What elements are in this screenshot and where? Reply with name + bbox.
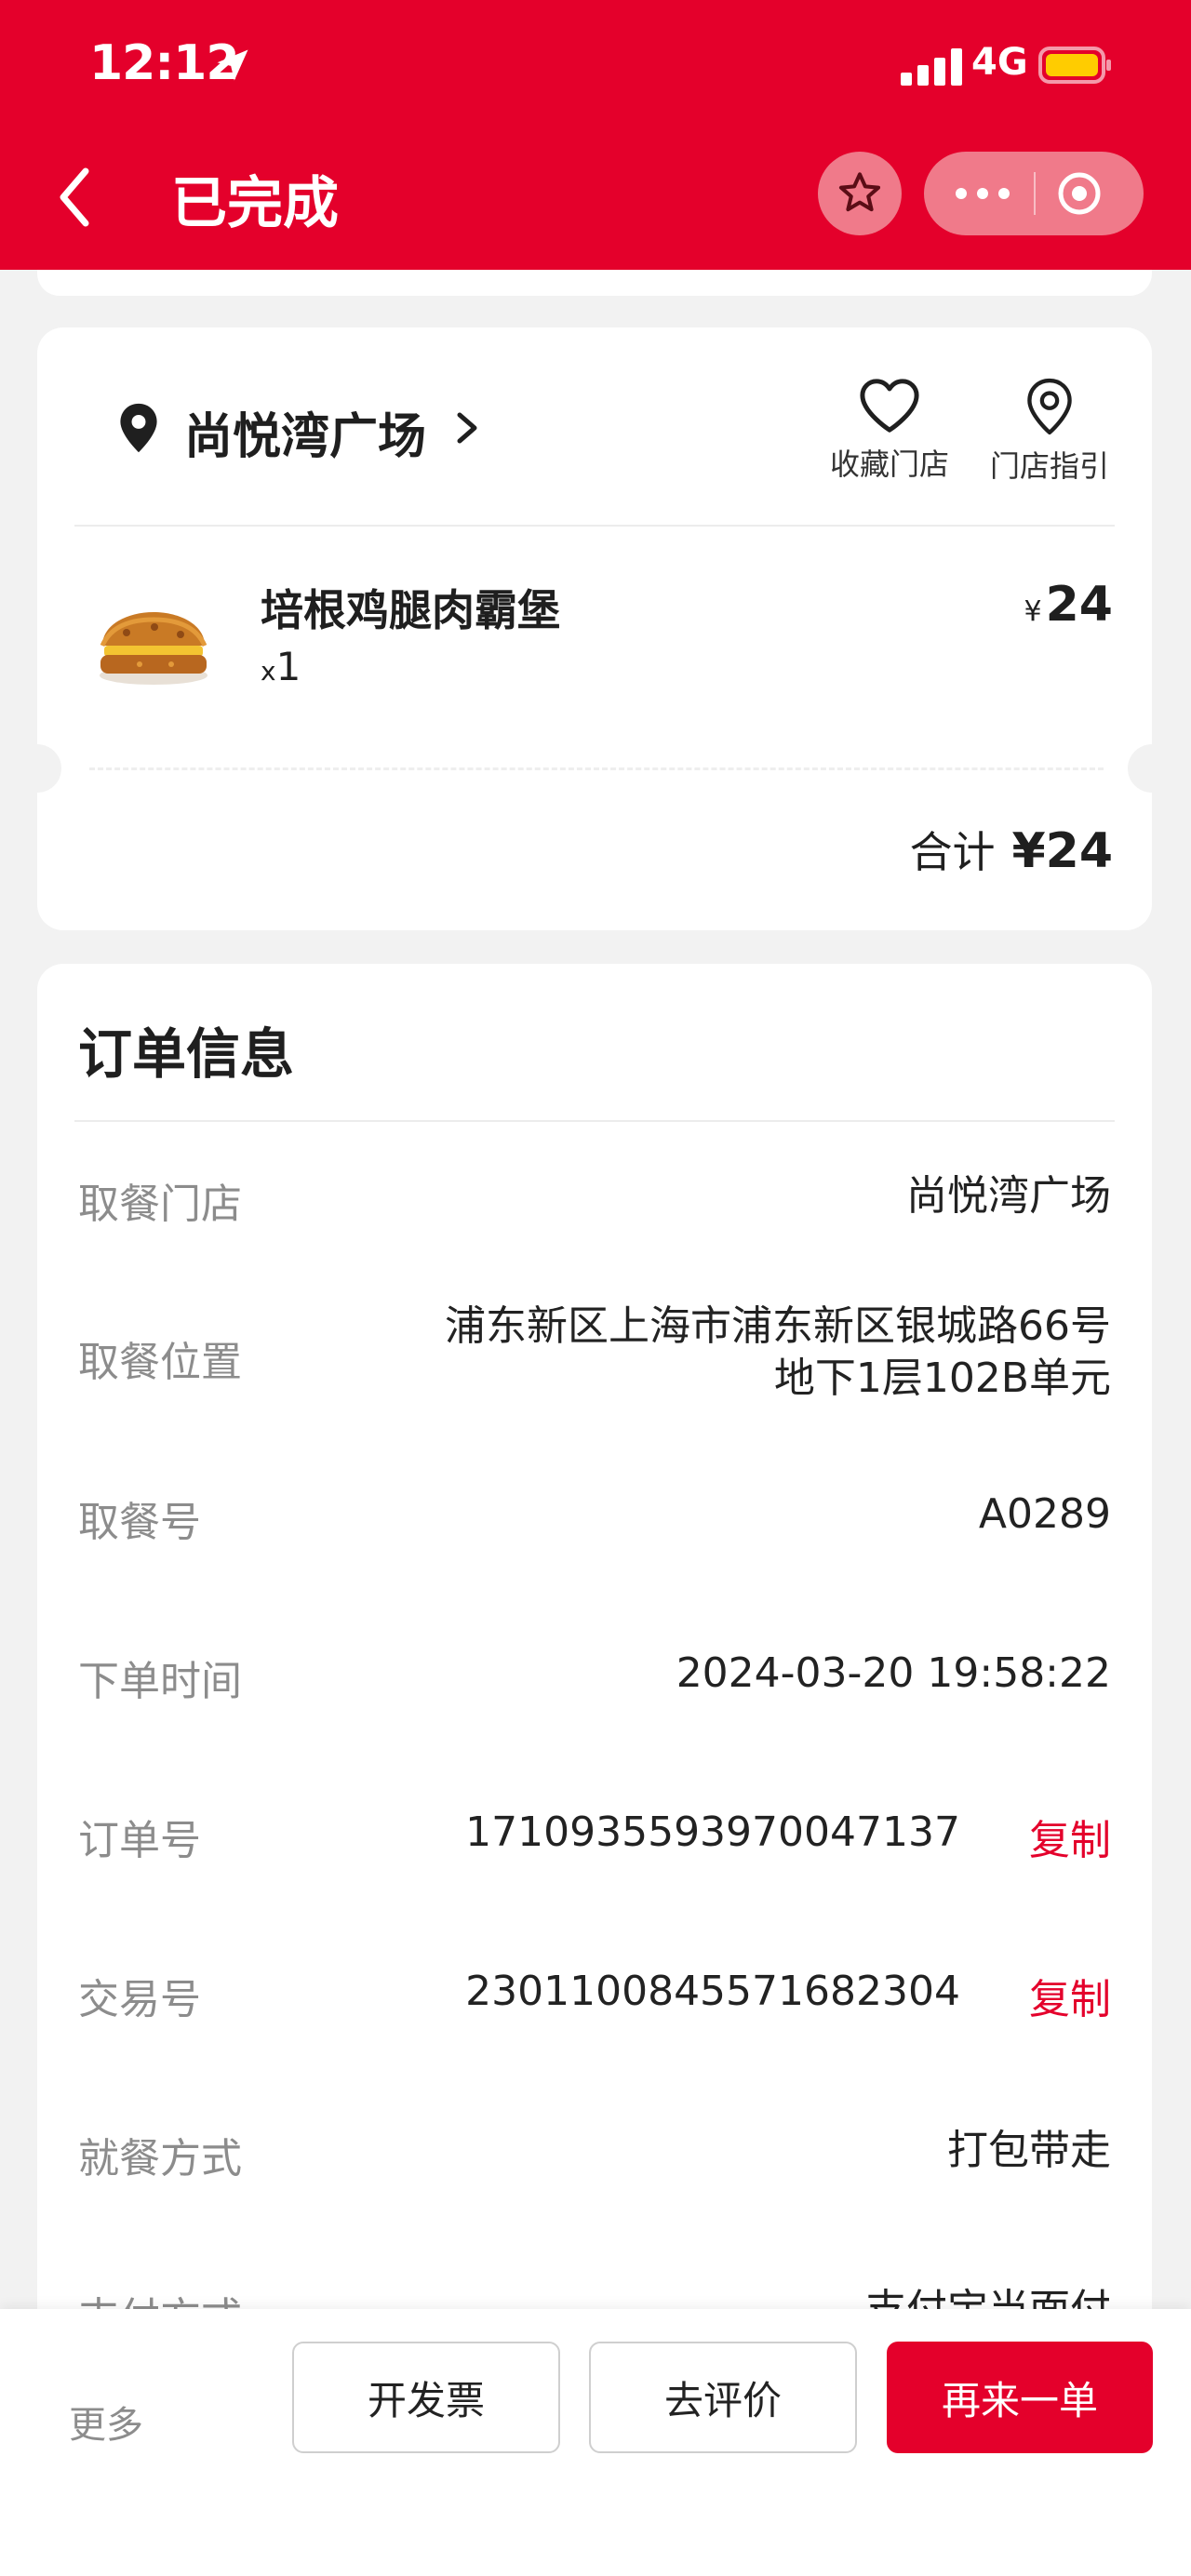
copy-order-number-button[interactable]: 复制 [1029,1807,1111,1866]
back-icon[interactable] [52,164,97,231]
product-price: ¥24 [1024,577,1113,633]
info-value: 打包带走 [947,2127,1111,2174]
info-value: A0289 [978,1490,1111,1538]
info-value: 浦东新区上海市浦东新区银城路66号 地下1层102B单元 [445,1301,1111,1405]
network-type: 4G [971,41,1028,84]
signal-icon [901,48,962,86]
info-label: 取餐位置 [78,1339,242,1386]
favorite-button[interactable] [818,152,902,235]
ticket-notch-right [1128,744,1176,793]
total-amount: ¥24 [1011,823,1113,879]
store-row[interactable]: 尚悦湾广场 [74,327,1115,525]
invoice-button[interactable]: 开发票 [292,2342,560,2453]
info-label: 交易号 [78,1976,201,2023]
divider [74,1120,1115,1122]
store-guide-label: 门店指引 [989,448,1109,484]
copy-transaction-number-button[interactable]: 复制 [1029,1966,1111,2025]
close-circle-icon[interactable] [1056,170,1103,217]
dashed-divider [89,767,1104,770]
store-guide-button[interactable]: 门店指引 [984,376,1115,486]
info-label: 取餐号 [78,1499,201,1546]
miniprogram-capsule [924,152,1144,235]
nav-bar: 已完成 [0,140,1191,270]
location-pin-icon [120,403,157,453]
map-pin-icon [1027,378,1072,435]
heart-icon [860,379,919,433]
product-name: 培根鸡腿肉霸堡 [261,585,560,635]
info-label: 下单时间 [78,1658,242,1705]
location-arrow-icon [217,49,248,81]
info-value: 2301100845571682304 [465,1968,960,2015]
more-button[interactable]: 更多 [69,2395,143,2449]
chevron-right-icon [457,412,477,444]
section-title: 订单信息 [78,1022,295,1086]
bottom-action-bar: 更多 开发票 去评价 再来一单 [0,2309,1191,2576]
info-value: 2024-03-20 19:58:22 [676,1649,1111,1697]
address-line-2: 地下1层102B单元 [773,1355,1111,1402]
store-name: 尚悦湾广场 [184,409,427,465]
more-dots-icon [956,188,1010,199]
address-line-1: 浦东新区上海市浦东新区银城路66号 [445,1302,1111,1350]
info-label: 订单号 [78,1817,201,1864]
ticket-notch-left [13,744,61,793]
order-info-card: 订单信息 取餐门店 尚悦湾广场 取餐位置 浦东新区上海市浦东新区银城路66号 地… [37,964,1152,2359]
page-title: 已完成 [171,171,339,236]
reorder-button[interactable]: 再来一单 [887,2342,1153,2453]
info-label: 就餐方式 [78,2135,242,2182]
product-quantity: x1 [261,644,301,689]
capsule-divider [1034,172,1036,215]
review-button[interactable]: 去评价 [589,2342,857,2453]
more-menu-button[interactable] [952,172,1013,215]
star-icon [838,172,881,212]
total-label: 合计 [909,827,996,877]
collect-store-label: 收藏门店 [829,447,949,482]
order-total: 合计 ¥24 [909,819,1113,880]
divider [74,525,1115,527]
previous-card-edge [37,270,1152,296]
info-label: 取餐门店 [78,1181,242,1228]
info-value: 1710935593970047137 [465,1809,960,1856]
status-bar: 12:12 4G [0,0,1191,140]
order-summary-card: 尚悦湾广场 收藏门店 门店指引 培根鸡腿肉霸堡 x1 ¥24 合计 ¥24 [13,327,1176,930]
collect-store-button[interactable]: 收藏门店 [824,376,955,484]
product-image [100,612,207,685]
info-value: 尚悦湾广场 [906,1172,1111,1220]
header: 12:12 4G 已完成 [0,0,1191,270]
battery-icon [1038,47,1111,84]
